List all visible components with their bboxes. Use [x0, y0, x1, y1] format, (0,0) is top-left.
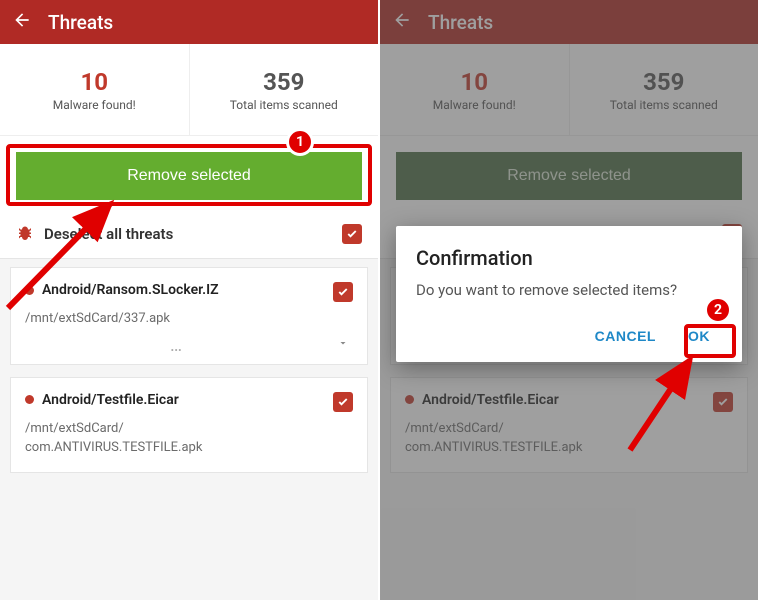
threat-path: /mnt/extSdCard/337.apk [25, 310, 353, 329]
screen-threats-step2: Threats 10 Malware found! 359 Total item… [380, 0, 758, 600]
screen-threats-step1: Threats 10 Malware found! 359 Total item… [0, 0, 378, 600]
app-header: Threats [0, 0, 378, 44]
deselect-all-row[interactable]: Deselect all threats [0, 212, 378, 259]
checkbox-item[interactable] [333, 392, 353, 412]
action-area: Remove selected [0, 136, 378, 212]
stat-malware-label: Malware found! [53, 98, 136, 112]
card-footer: … [25, 335, 353, 356]
back-icon[interactable] [12, 10, 32, 34]
remove-selected-button[interactable]: Remove selected [16, 152, 362, 200]
chevron-down-icon[interactable] [337, 337, 349, 353]
threat-name: Android/Testfile.Eicar [42, 392, 179, 408]
checkbox-item[interactable] [333, 282, 353, 302]
dialog-title: Confirmation [416, 246, 722, 270]
threat-name: Android/Ransom.SLocker.IZ [42, 282, 219, 298]
threat-card[interactable]: Android/Testfile.Eicar /mnt/extSdCard/ c… [10, 377, 368, 473]
stat-scanned-count: 359 [263, 68, 304, 96]
threat-path: /mnt/extSdCard/ com.ANTIVIRUS.TESTFILE.a… [25, 420, 353, 458]
stats-bar: 10 Malware found! 359 Total items scanne… [0, 44, 378, 136]
checkbox-all[interactable] [342, 224, 362, 244]
threat-list: Android/Ransom.SLocker.IZ /mnt/extSdCard… [0, 259, 378, 493]
bug-icon [16, 225, 34, 243]
stat-malware-count: 10 [80, 68, 108, 96]
severity-dot-icon [25, 395, 34, 404]
more-icon: … [25, 335, 329, 356]
dialog-body: Do you want to remove selected items? [416, 280, 722, 302]
severity-dot-icon [25, 286, 34, 295]
threat-card[interactable]: Android/Ransom.SLocker.IZ /mnt/extSdCard… [10, 267, 368, 365]
dialog-actions: CANCEL OK [416, 320, 722, 352]
confirmation-dialog: Confirmation Do you want to remove selec… [396, 226, 742, 362]
deselect-all-label: Deselect all threats [44, 225, 342, 243]
page-title: Threats [48, 11, 113, 34]
cancel-button[interactable]: CANCEL [583, 320, 668, 352]
ok-button[interactable]: OK [676, 320, 722, 352]
stat-scanned: 359 Total items scanned [190, 44, 379, 135]
stat-malware: 10 Malware found! [0, 44, 190, 135]
stat-scanned-label: Total items scanned [230, 98, 338, 112]
